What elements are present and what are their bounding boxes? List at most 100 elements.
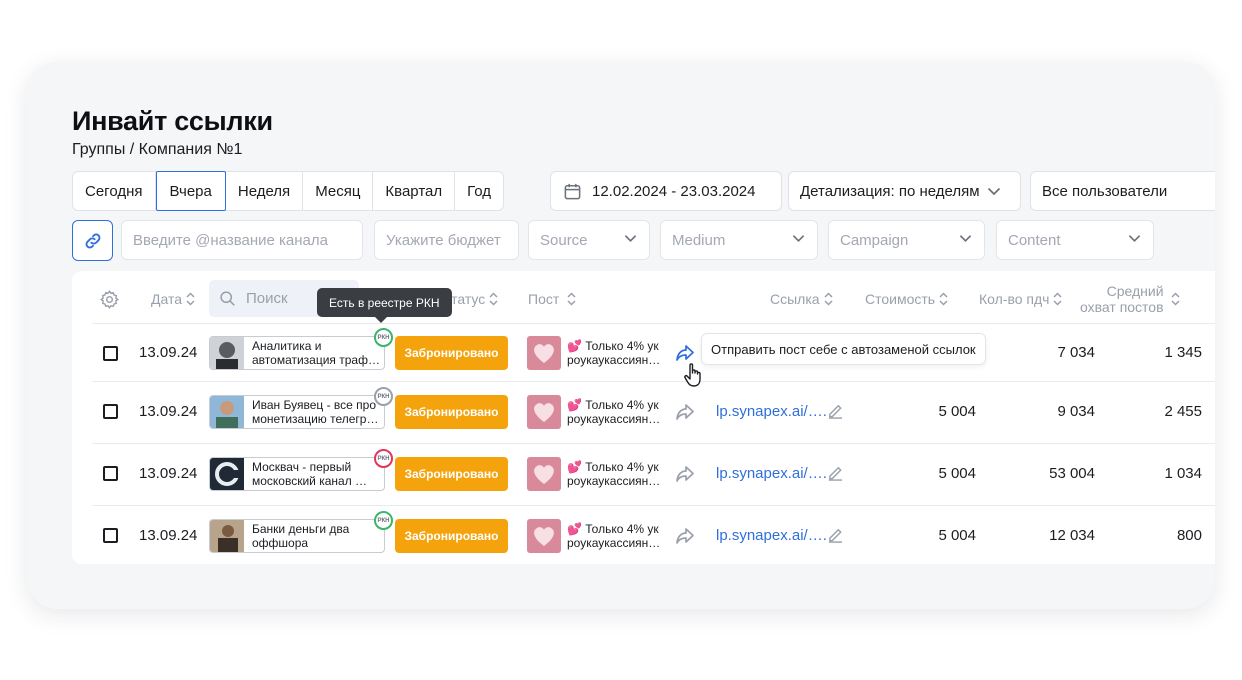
users-select[interactable]: Все пользователи <box>1030 171 1215 211</box>
row-date: 13.09.24 <box>139 403 198 420</box>
row-checkbox[interactable] <box>103 466 118 481</box>
channel-name: Аналитика и автоматизация траф… <box>252 339 380 367</box>
edit-pencil-icon[interactable] <box>827 526 844 543</box>
row-date: 13.09.24 <box>139 527 198 544</box>
channel-chip[interactable]: Аналитика и автоматизация траф… РКН <box>209 328 393 370</box>
reach-value: 800 <box>1176 527 1202 544</box>
budget-placeholder: Укажите бюджет <box>386 231 501 249</box>
row-date: 13.09.24 <box>139 465 198 482</box>
channel-avatar <box>210 337 244 369</box>
channel-chip[interactable]: Москвач - первый московский канал … РКН <box>209 449 393 491</box>
period-today[interactable]: Сегодня <box>73 172 156 210</box>
cost-value: 5 004 <box>938 403 976 420</box>
header-date[interactable]: Дата <box>151 291 195 307</box>
share-icon[interactable] <box>675 465 695 483</box>
sort-icon <box>1053 292 1062 306</box>
post-preview: 💕 Только 4% ук роукаукассиян… <box>567 522 661 550</box>
rkn-badge[interactable]: РКН <box>374 449 393 468</box>
cost-value: 5 004 <box>938 527 976 544</box>
channel-chip[interactable]: Банки деньги два оффшора РКН <box>209 511 393 553</box>
chevron-down-icon <box>1128 235 1141 243</box>
header-post[interactable]: Пост <box>528 291 576 307</box>
channel-name: Банки деньги два оффшора <box>252 522 350 550</box>
channel-name: Иван Буявец - все про монетизацию телегр… <box>252 398 379 426</box>
rkn-badge[interactable]: РКН <box>374 387 393 406</box>
header-cost[interactable]: Стоимость <box>865 291 948 307</box>
row-checkbox[interactable] <box>103 528 118 543</box>
hand-cursor-icon <box>684 363 701 387</box>
chevron-down-icon <box>987 187 1000 195</box>
link-value[interactable]: lp.synapex.ai/…. <box>716 403 827 420</box>
rkn-tooltip: Есть в реестре РКН <box>317 288 452 323</box>
channel-avatar <box>210 396 244 428</box>
link-button[interactable] <box>72 220 113 261</box>
period-year[interactable]: Год <box>455 172 503 210</box>
status-badge[interactable]: Забронировано <box>395 457 508 491</box>
post-preview: 💕 Только 4% ук роукаукассиян… <box>567 339 661 367</box>
sort-icon <box>1171 292 1180 306</box>
rkn-badge[interactable]: РКН <box>374 511 393 530</box>
link-value[interactable]: lp.synapex.ai/…. <box>716 465 827 482</box>
page-title: Инвайт ссылки <box>72 106 273 136</box>
date-range-picker[interactable]: 12.02.2024 - 23.03.2024 <box>550 171 782 211</box>
users-value: Все пользователи <box>1042 182 1168 200</box>
medium-label: Medium <box>672 231 726 249</box>
chevron-down-icon <box>792 235 805 243</box>
detail-value: Детализация: по неделям <box>800 182 980 200</box>
post-thumbnail <box>527 519 561 553</box>
sort-icon <box>567 292 576 306</box>
row-checkbox[interactable] <box>103 404 118 419</box>
date-range-value: 12.02.2024 - 23.03.2024 <box>592 182 756 200</box>
detail-select[interactable]: Детализация: по неделям <box>788 171 1021 211</box>
settings-gear-icon[interactable] <box>99 289 120 310</box>
channel-chip[interactable]: Иван Буявец - все про монетизацию телегр… <box>209 387 393 429</box>
period-yesterday[interactable]: Вчера <box>155 171 226 211</box>
header-link[interactable]: Ссылка <box>770 291 833 307</box>
reach-value: 1 345 <box>1164 344 1202 361</box>
period-switcher: Сегодня Вчера Неделя Месяц Квартал Год <box>72 171 505 211</box>
chevron-down-icon <box>624 235 637 243</box>
content-label: Content <box>1008 231 1061 249</box>
table-row: 13.09.24 Москвач - первый московский кан… <box>92 443 1215 505</box>
share-icon[interactable] <box>675 527 695 545</box>
medium-select[interactable]: Medium <box>660 220 818 260</box>
post-preview: 💕 Только 4% ук роукаукассиян… <box>567 460 661 488</box>
status-badge[interactable]: Забронировано <box>395 395 508 429</box>
link-value[interactable]: lp.synapex.ai/…. <box>716 527 827 544</box>
period-month[interactable]: Месяц <box>303 172 374 210</box>
post-thumbnail <box>527 457 561 491</box>
channel-avatar <box>210 520 244 552</box>
status-badge[interactable]: Забронировано <box>395 519 508 553</box>
status-badge[interactable]: Забронировано <box>395 336 508 370</box>
share-icon[interactable] <box>675 344 695 362</box>
breadcrumb: Группы / Компания №1 <box>72 141 243 158</box>
period-quarter[interactable]: Квартал <box>373 172 456 210</box>
channel-input[interactable]: Введите @название канала <box>121 220 363 260</box>
period-week[interactable]: Неделя <box>226 172 304 210</box>
header-reach[interactable]: Средний охват постов <box>1080 283 1164 315</box>
edit-pencil-icon[interactable] <box>827 402 844 419</box>
link-icon <box>85 233 100 248</box>
campaign-label: Campaign <box>840 231 909 249</box>
channel-avatar <box>210 458 244 490</box>
header-cost-label: Стоимость <box>865 291 936 307</box>
campaign-select[interactable]: Campaign <box>828 220 985 260</box>
content-select[interactable]: Content <box>996 220 1154 260</box>
search-placeholder: Поиск <box>246 290 288 307</box>
header-reach-line2: охват постов <box>1080 299 1164 315</box>
header-subs[interactable]: Кол-во пдч <box>979 291 1062 307</box>
budget-input[interactable]: Укажите бюджет <box>374 220 519 260</box>
source-select[interactable]: Source <box>528 220 650 260</box>
share-icon[interactable] <box>675 403 695 421</box>
channel-placeholder: Введите @название канала <box>133 231 328 249</box>
main-card: Инвайт ссылки Группы / Компания №1 Сегод… <box>27 62 1215 609</box>
rkn-badge[interactable]: РКН <box>374 328 393 347</box>
calendar-icon <box>564 183 581 199</box>
reach-value: 1 034 <box>1164 465 1202 482</box>
table-row: 13.09.24 Иван Буявец - все про монетизац… <box>92 381 1215 443</box>
edit-pencil-icon[interactable] <box>827 464 844 481</box>
row-date: 13.09.24 <box>139 344 198 361</box>
header-reach-line1: Средний <box>1106 283 1164 299</box>
chevron-down-icon <box>959 235 972 243</box>
row-checkbox[interactable] <box>103 346 118 361</box>
